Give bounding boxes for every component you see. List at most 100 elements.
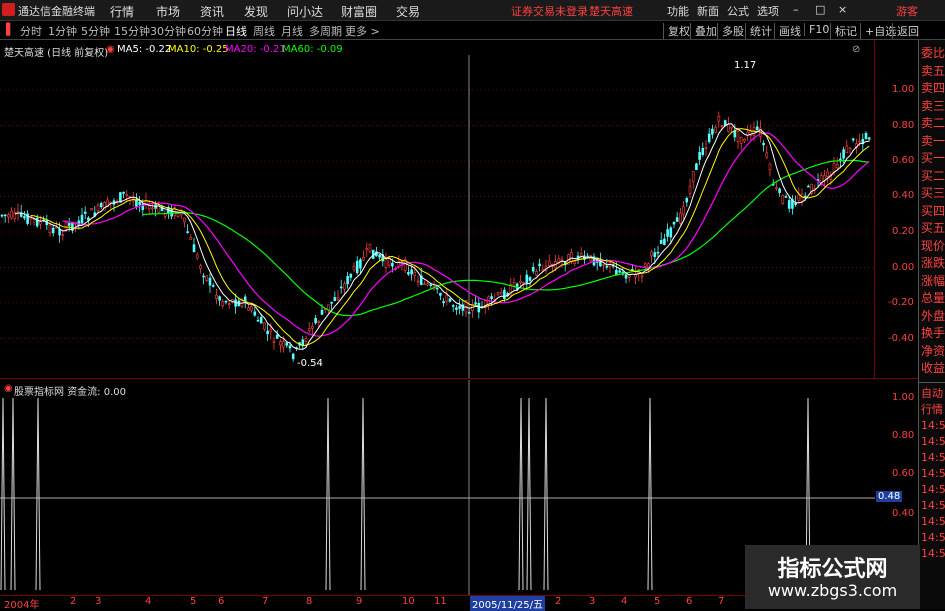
minimize-button[interactable]: –: [793, 3, 799, 16]
candle-body: [739, 136, 743, 144]
candle-body: [698, 152, 701, 160]
quote-field: 涨跌: [921, 256, 945, 270]
candle-body: [762, 142, 765, 146]
candle-body: [602, 263, 605, 266]
max-price-label: 1.17: [734, 60, 757, 71]
candle-body: [279, 341, 282, 346]
current-stock-name: 楚天高速: [589, 5, 633, 18]
candle-body: [682, 206, 685, 215]
tool-multistock[interactable]: 多股: [717, 23, 744, 39]
quote-field: 卖五: [921, 63, 945, 78]
candle-body: [195, 254, 199, 259]
period-daily[interactable]: 日线: [225, 23, 247, 39]
tool-overlay[interactable]: 叠加: [690, 23, 717, 39]
candle-body: [679, 212, 682, 224]
candle-body: [717, 115, 721, 122]
maximize-button[interactable]: □: [815, 3, 825, 16]
sub-y-tick: 0.80: [892, 430, 915, 441]
candle-body: [391, 262, 394, 267]
date-tick: 4: [145, 596, 152, 607]
period-15min[interactable]: 15分钟: [114, 23, 150, 39]
date-axis: 2004年2345678910112345678910: [0, 595, 875, 611]
candle-body: [135, 199, 138, 207]
menu-formula[interactable]: 公式: [727, 3, 749, 19]
menu-item-market[interactable]: 市场: [156, 3, 180, 20]
menu-item-news[interactable]: 资讯: [200, 3, 224, 20]
menu-item-discover[interactable]: 发现: [244, 3, 268, 20]
period-1min[interactable]: 1分钟: [48, 23, 77, 39]
period-30min[interactable]: 30分钟: [150, 23, 186, 39]
ma10-value: MA10: -0.25: [168, 44, 229, 55]
settings-icon[interactable]: ◉: [106, 44, 115, 55]
quote-field: 总量: [921, 291, 945, 305]
candle-body: [714, 126, 717, 133]
candle-body: [266, 330, 269, 335]
candle-body: [275, 334, 279, 339]
candle-body: [272, 340, 276, 343]
menu-options[interactable]: 选项: [757, 3, 779, 19]
candle-body: [807, 185, 810, 188]
candle-body: [707, 133, 711, 143]
date-tick: 5: [654, 596, 661, 607]
candle-body: [458, 306, 461, 309]
y-tick: 0.80: [892, 120, 915, 131]
candle-body: [352, 266, 356, 271]
candle-body: [429, 284, 433, 286]
candle-body: [288, 345, 292, 349]
kline-chart[interactable]: [0, 40, 875, 378]
candle-body: [768, 163, 772, 171]
period-monthly[interactable]: 月线: [281, 23, 303, 39]
quote-field: 买一: [921, 151, 945, 165]
period-5min[interactable]: 5分钟: [81, 23, 110, 39]
trade-login-status[interactable]: 证券交易未登录: [511, 3, 588, 19]
close-button[interactable]: ×: [838, 3, 847, 16]
menu-new-page[interactable]: 新面: [697, 3, 719, 19]
tool-f10[interactable]: F10: [804, 23, 829, 36]
period-60min[interactable]: 60分钟: [187, 23, 223, 39]
tool-draw[interactable]: 画线: [774, 23, 801, 39]
quote-field: 卖三: [921, 98, 945, 113]
menu-item-trade[interactable]: 交易: [396, 3, 420, 20]
menu-item-caifuquan[interactable]: 财富圈: [341, 3, 377, 20]
candle-body: [528, 277, 532, 281]
candle-body: [765, 152, 769, 158]
sub-chart-title: 股票指标网 资金流: 0.00: [14, 387, 126, 398]
candle-body: [39, 221, 42, 225]
tool-mark[interactable]: 标记: [830, 23, 857, 39]
indicator-icon[interactable]: ◉: [4, 383, 13, 394]
nav-arrow-icon[interactable]: ▌: [6, 23, 14, 36]
period-multi[interactable]: 多周期: [309, 23, 342, 39]
menu-item-wenxiaoda[interactable]: 问小达: [287, 3, 323, 20]
candle-body: [368, 243, 372, 253]
y-tick: 1.00: [892, 84, 915, 95]
candle-body: [730, 126, 733, 129]
tool-stats[interactable]: 统计: [745, 23, 772, 39]
date-tick: 11: [434, 596, 447, 607]
candle-body: [496, 292, 500, 296]
candle-body: [503, 289, 506, 299]
candle-body: [285, 342, 289, 346]
candle-body: [755, 126, 759, 131]
candle-body: [119, 192, 122, 203]
tool-adjust[interactable]: 复权: [663, 23, 690, 39]
candle-body: [445, 294, 449, 302]
candle-body: [474, 302, 477, 305]
menu-function[interactable]: 功能: [667, 3, 689, 19]
period-more[interactable]: 更多 >: [345, 23, 380, 39]
tool-add-watchlist[interactable]: +自选: [860, 23, 896, 39]
menu-item-hangqing[interactable]: 行情: [110, 3, 134, 20]
candle-body: [304, 338, 308, 342]
candle-body: [7, 214, 10, 218]
candle-body: [346, 276, 349, 285]
candle-body: [867, 137, 871, 140]
guest-login[interactable]: 游客: [896, 3, 918, 19]
tool-back[interactable]: 返回: [892, 23, 919, 39]
period-timeshare[interactable]: 分时: [20, 23, 42, 39]
candle-body: [672, 222, 676, 225]
candle-body: [656, 251, 660, 254]
fund-flow-spike: [518, 397, 524, 591]
chart-options-icon[interactable]: ⊘: [852, 44, 860, 55]
fund-flow-chart[interactable]: [0, 380, 875, 595]
candle-body: [183, 217, 186, 222]
period-weekly[interactable]: 周线: [253, 23, 275, 39]
